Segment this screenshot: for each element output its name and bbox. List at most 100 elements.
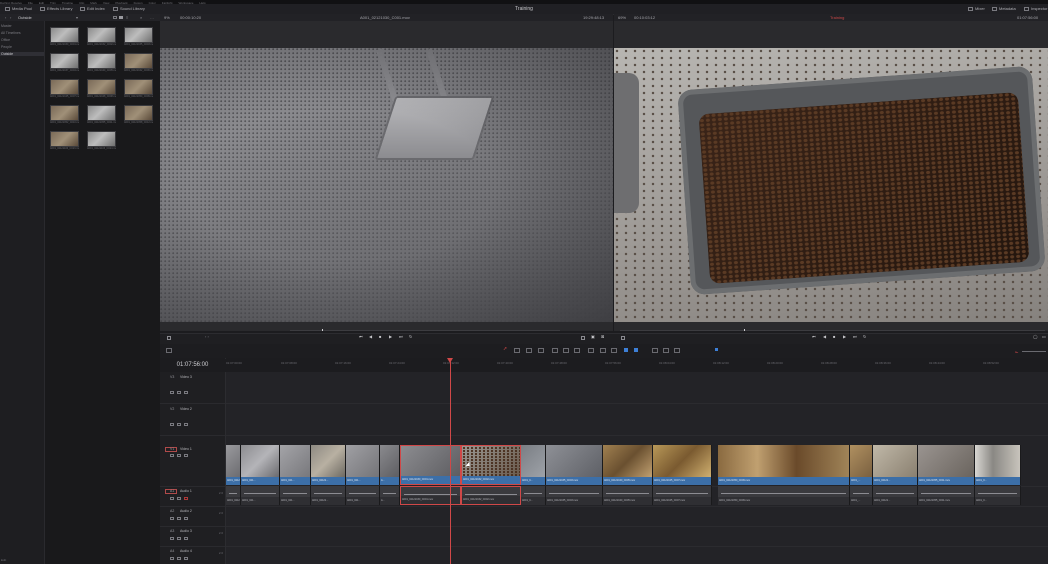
solo-icon[interactable] (177, 497, 181, 500)
selection-tool-icon[interactable]: ➚ (503, 346, 509, 352)
timeline-name-dropdown[interactable]: Training (830, 15, 844, 20)
timeline-play-icon[interactable]: ▶ (843, 334, 847, 339)
video-clip-selected[interactable]: A001_02121030_C001.mov (400, 445, 461, 485)
timeline-viewer[interactable] (614, 21, 1048, 331)
audio-clip[interactable]: A... (380, 486, 400, 505)
audio-clip[interactable]: A001_021... (346, 486, 380, 505)
flag-icon[interactable] (624, 348, 628, 352)
clip-thumbnail[interactable]: A001_02121045_C007.mov (50, 79, 79, 99)
effects-library-button[interactable]: Effects Library (40, 6, 73, 12)
track-header-a3[interactable]: A3 Audio 3 2.0 (160, 527, 225, 547)
track-header-a1[interactable]: A1 Audio 1 2.0 (160, 487, 225, 507)
auto-select-icon[interactable] (177, 391, 181, 394)
audio-clip[interactable]: A001_0... (521, 486, 546, 505)
video-clip[interactable]: A001_02121040_C005.mov (603, 445, 653, 485)
audio-clip[interactable]: A001_0... (975, 486, 1021, 505)
clip-thumbnail[interactable]: A001_02121055_C011.mov (87, 105, 116, 125)
mute-icon[interactable] (184, 537, 188, 540)
timeline-reverse-icon[interactable]: ◀ (823, 334, 827, 339)
audio-clip-selected[interactable]: A001_02121030_C001.mov (400, 486, 461, 505)
track-visibility-icon[interactable] (184, 391, 188, 394)
lane-v3[interactable] (226, 372, 1048, 404)
lock-icon[interactable] (170, 391, 174, 394)
bin-dropdown-icon[interactable]: ▾ (76, 15, 78, 20)
track-header-a4[interactable]: A4 Audio 4 2.0 (160, 547, 225, 564)
mute-icon[interactable] (184, 517, 188, 520)
video-clip[interactable]: A001_02121... (311, 445, 346, 485)
source-last-frame-icon[interactable]: ⏭ (399, 334, 403, 339)
volume-slider[interactable] (1022, 351, 1046, 352)
solo-icon[interactable] (177, 537, 181, 540)
viewer-options-icon[interactable]: ▭ (1042, 334, 1046, 339)
track-header-v1[interactable]: V1 Video 1 (160, 436, 225, 487)
source-loop-icon[interactable]: ↻ (409, 334, 413, 339)
video-clip[interactable]: A001_0... (975, 445, 1021, 485)
replace-icon[interactable]: ⊠ (601, 334, 605, 339)
source-stop-icon[interactable]: ■ (379, 334, 383, 339)
bin-item-all-timelines[interactable]: All Timelines (1, 31, 21, 35)
video-clip[interactable]: A001_021... (241, 445, 280, 485)
track-header-a2[interactable]: A2 Audio 2 2.0 (160, 507, 225, 527)
source-scrubber-playhead[interactable] (322, 329, 323, 331)
lock-icon[interactable] (170, 557, 174, 560)
track-header-v3[interactable]: V3 Video 3 (160, 372, 225, 404)
video-clip[interactable]: A001_02121055_C011.mov (918, 445, 975, 485)
lock-icon[interactable] (170, 423, 174, 426)
video-clip[interactable]: A001_02121050_C009.mov (718, 445, 850, 485)
auto-select-icon[interactable] (177, 423, 181, 426)
timeline-stop-icon[interactable]: ■ (833, 334, 837, 339)
track-visibility-icon[interactable] (184, 454, 188, 457)
clip-thumbnail[interactable]: A001_02121058_C012.mov (124, 105, 153, 125)
source-zoom[interactable]: 9% (164, 15, 170, 20)
timeline-timecode[interactable]: 01:07:56:00 (160, 358, 225, 372)
grid-view-icon[interactable] (119, 16, 123, 19)
playhead-handle[interactable] (447, 358, 453, 363)
audio-clip[interactable]: A001_02121... (873, 486, 918, 505)
zoom-full-icon[interactable] (652, 348, 658, 353)
edit-index-button[interactable]: Edit Index (80, 6, 105, 12)
track-visibility-icon[interactable] (184, 423, 188, 426)
audio-clip[interactable]: A001_02121040_C005.mov (603, 486, 653, 505)
solo-icon[interactable] (177, 517, 181, 520)
video-clip[interactable]: A001_02121035_C003.mov (546, 445, 603, 485)
timeline-zoom[interactable]: 69% (618, 15, 626, 20)
clip-thumbnail[interactable]: A001_02121030_C001.mov (50, 27, 79, 47)
options-icon[interactable]: … (150, 15, 154, 20)
back-icon[interactable]: ‹ (5, 15, 6, 20)
audio-clip[interactable]: A001_02121050_C009.mov (718, 486, 850, 505)
video-clip[interactable]: A001_021... (280, 445, 311, 485)
viewer-mode-icon[interactable] (167, 336, 171, 340)
audio-clip[interactable]: A001_02121045_C007.mov (653, 486, 712, 505)
insert-icon[interactable] (581, 336, 585, 340)
audio-clip[interactable]: A001_021... (280, 486, 311, 505)
timeline-viewer-scrubber[interactable] (620, 330, 1045, 331)
video-clip[interactable]: A001_02121... (873, 445, 918, 485)
audio-clip-selected[interactable]: A001_02121032_C002.mov (461, 486, 521, 505)
clip-thumbnail[interactable]: A001_02121042_C006.mov (124, 53, 153, 73)
zoom-detail-icon[interactable] (663, 348, 669, 353)
linked-selection-icon[interactable] (600, 348, 606, 353)
auto-select-icon[interactable] (177, 454, 181, 457)
video-clip[interactable]: A001_... (850, 445, 873, 485)
audio-clip[interactable]: A001_... (850, 486, 873, 505)
snapping-icon[interactable] (588, 348, 594, 353)
audio-clip[interactable]: A001_0212... (226, 486, 241, 505)
forward-icon[interactable]: › (10, 15, 11, 20)
video-clip[interactable]: A001_0212... (226, 445, 241, 485)
source-first-frame-icon[interactable]: ⏮ (359, 334, 363, 339)
video-clip[interactable]: A... (380, 445, 400, 485)
timeline-playhead[interactable] (450, 358, 451, 564)
source-play-icon[interactable]: ▶ (389, 334, 393, 339)
position-lock-icon[interactable] (611, 348, 617, 353)
metadata-button[interactable]: Metadata (992, 6, 1016, 12)
lock-icon[interactable] (170, 517, 174, 520)
track-header-v2[interactable]: V2 Video 2 (160, 404, 225, 436)
dynamic-trim-icon[interactable] (526, 348, 532, 353)
video-clip[interactable]: A001_02121045_C007.mov (653, 445, 712, 485)
timeline-last-frame-icon[interactable]: ⏭ (853, 334, 857, 339)
bin-item-master[interactable]: Master (1, 24, 12, 28)
clip-thumbnail[interactable]: A001_02121103_C014.mov (87, 131, 116, 151)
search-icon[interactable]: ⌕ (140, 15, 142, 20)
source-viewer[interactable] (160, 21, 613, 331)
audio-monitor-icon[interactable]: ◯ (1033, 334, 1037, 339)
